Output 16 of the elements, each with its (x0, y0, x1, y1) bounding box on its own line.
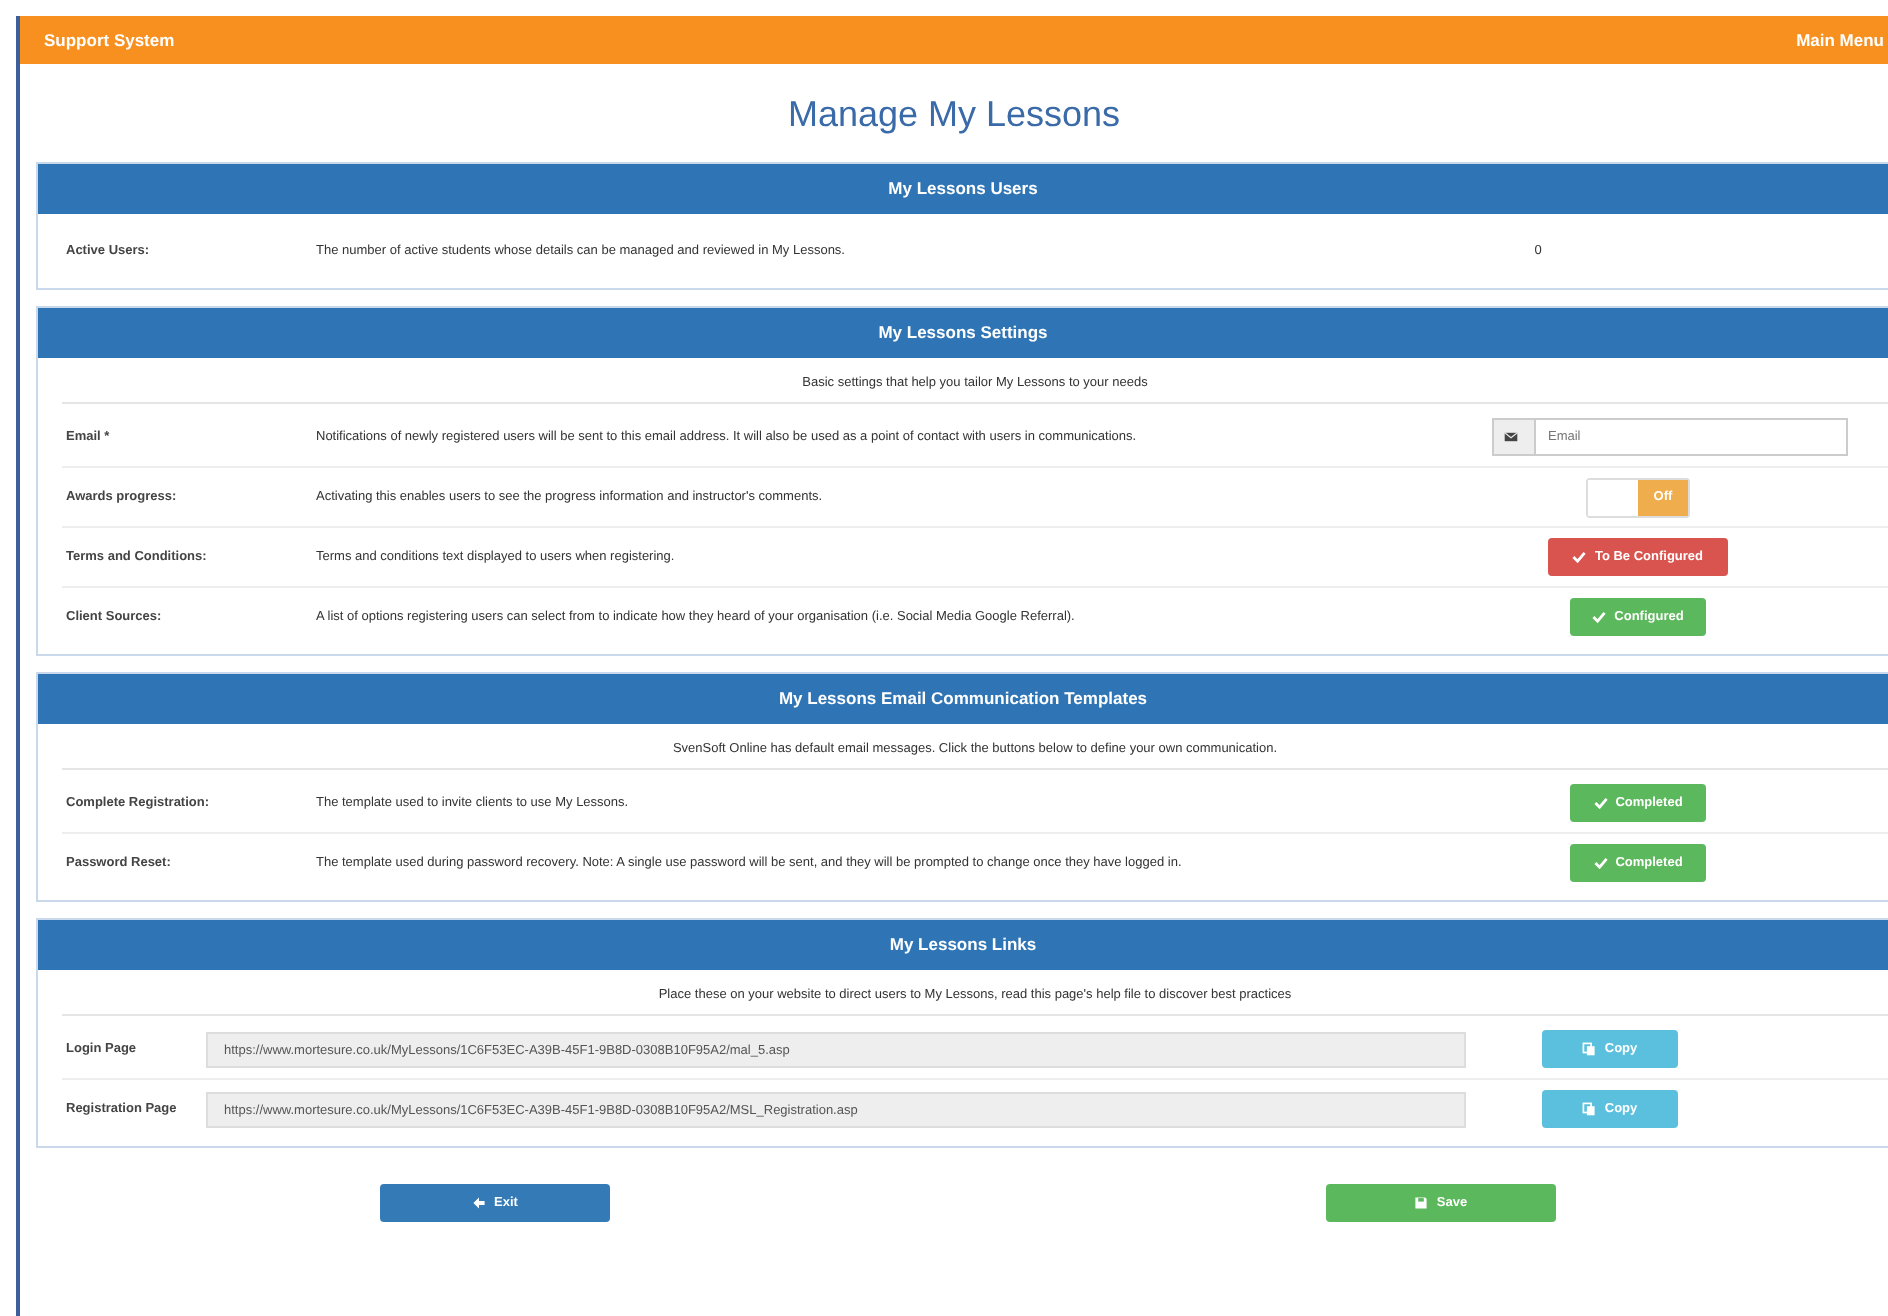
panel-header: My Lessons Email Communication Templates (38, 674, 1888, 724)
panel-header: My Lessons Settings (38, 308, 1888, 358)
panel-header: My Lessons Links (38, 920, 1888, 970)
arrow-left-icon (472, 1196, 487, 1210)
check-icon (1593, 796, 1608, 810)
check-icon (1593, 856, 1608, 870)
copy-icon (1582, 1042, 1597, 1056)
main-menu-link[interactable]: Main Menu (1796, 30, 1888, 50)
envelope-icon (1503, 430, 1517, 444)
page-title: Manage My Lessons (785, 92, 1123, 138)
copy-icon (1582, 1102, 1597, 1116)
app-title: Support System (44, 30, 175, 50)
panel-header: My Lessons Users (38, 164, 1888, 214)
floppy-icon (1414, 1196, 1429, 1210)
check-icon (1592, 610, 1607, 624)
check-icon (1572, 550, 1587, 564)
